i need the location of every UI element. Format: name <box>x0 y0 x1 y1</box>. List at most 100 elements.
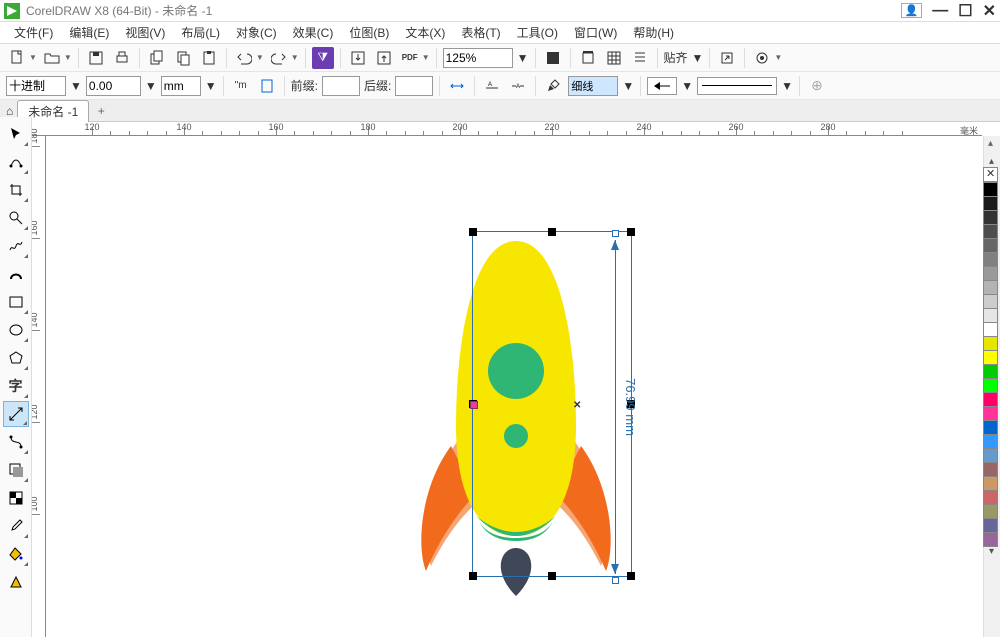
canvas[interactable]: ✕ 76.99 mm <box>46 136 982 637</box>
handle-top-right[interactable] <box>627 228 635 236</box>
handle-bot-left[interactable] <box>469 572 477 580</box>
pdf-button[interactable]: PDF <box>399 47 421 69</box>
color-swatch[interactable] <box>983 182 998 197</box>
crop-tool[interactable] <box>3 177 29 203</box>
color-swatch[interactable] <box>983 210 998 225</box>
color-swatch[interactable] <box>983 336 998 351</box>
zoom-tool[interactable] <box>3 205 29 231</box>
menu-table[interactable]: 表格(T) <box>453 22 508 43</box>
add-tab-button[interactable]: + <box>93 103 109 119</box>
color-swatch[interactable] <box>983 392 998 407</box>
color-swatch[interactable] <box>983 504 998 519</box>
copy-button[interactable] <box>146 47 168 69</box>
artistic-media-tool[interactable] <box>3 261 29 287</box>
menu-help[interactable]: 帮助(H) <box>625 22 682 43</box>
smart-fill-tool[interactable] <box>3 569 29 595</box>
color-swatch[interactable] <box>983 476 998 491</box>
dim-center-icon[interactable]: A <box>507 75 529 97</box>
arrow-start-select[interactable] <box>647 77 677 95</box>
units-mode-select[interactable] <box>6 76 66 96</box>
guides-button[interactable] <box>603 47 625 69</box>
save-button[interactable] <box>85 47 107 69</box>
freehand-tool[interactable] <box>3 233 29 259</box>
dim-quote-icon[interactable]: "m <box>230 75 252 97</box>
dim-endpoint-bot[interactable] <box>612 577 619 584</box>
color-swatch[interactable] <box>983 462 998 477</box>
eyedropper-tool[interactable] <box>3 513 29 539</box>
color-swatch[interactable] <box>983 350 998 365</box>
menu-effects[interactable]: 效果(C) <box>285 22 342 43</box>
line-style-select[interactable] <box>697 77 777 95</box>
paste-button[interactable] <box>198 47 220 69</box>
text-tool[interactable]: 字 <box>3 373 29 399</box>
undo-button[interactable] <box>233 47 255 69</box>
color-swatch[interactable] <box>983 378 998 393</box>
color-swatch[interactable] <box>983 308 998 323</box>
menu-file[interactable]: 文件(F) <box>6 22 61 43</box>
search-button[interactable]: ⧩ <box>312 47 334 69</box>
handle-top-mid[interactable] <box>548 228 556 236</box>
menu-object[interactable]: 对象(C) <box>228 22 285 43</box>
node-marker[interactable] <box>470 401 478 409</box>
export-button[interactable] <box>373 47 395 69</box>
user-icon[interactable]: 👤 <box>901 3 923 18</box>
menu-bitmap[interactable]: 位图(B) <box>341 22 397 43</box>
dim-endpoint-top[interactable] <box>612 230 619 237</box>
prefix-input[interactable] <box>322 76 360 96</box>
selection-box[interactable]: ✕ <box>472 231 632 577</box>
polygon-tool[interactable] <box>3 345 29 371</box>
open-button[interactable] <box>41 47 63 69</box>
redo-button[interactable] <box>268 47 290 69</box>
no-fill-swatch[interactable] <box>983 167 998 182</box>
color-swatch[interactable] <box>983 224 998 239</box>
color-swatch[interactable] <box>983 420 998 435</box>
menu-view[interactable]: 视图(V) <box>117 22 173 43</box>
menu-window[interactable]: 窗口(W) <box>566 22 625 43</box>
launch-button[interactable] <box>716 47 738 69</box>
color-swatch[interactable] <box>983 434 998 449</box>
dimension-text[interactable]: 76.99 mm <box>623 378 638 436</box>
color-swatch[interactable] <box>983 490 998 505</box>
dim-fraction-icon[interactable] <box>256 75 278 97</box>
color-swatch[interactable] <box>983 364 998 379</box>
snap-button[interactable] <box>629 47 651 69</box>
color-swatch[interactable] <box>983 196 998 211</box>
outline-pen-icon[interactable] <box>542 75 564 97</box>
color-swatch[interactable] <box>983 252 998 267</box>
fill-tool[interactable] <box>3 541 29 567</box>
color-swatch[interactable] <box>983 448 998 463</box>
palette-down-button[interactable]: ▾ <box>983 546 1000 557</box>
rectangle-tool[interactable] <box>3 289 29 315</box>
dim-above-icon[interactable]: A <box>481 75 503 97</box>
handle-bot-mid[interactable] <box>548 572 556 580</box>
handle-top-left[interactable] <box>469 228 477 236</box>
ruler-horizontal[interactable]: 120140160180200220240260280 <box>32 122 982 136</box>
minimize-button[interactable]: — <box>932 2 948 20</box>
zoom-select[interactable] <box>443 48 513 68</box>
fullscreen-button[interactable] <box>542 47 564 69</box>
dimension-line[interactable]: 76.99 mm <box>609 240 649 574</box>
maximize-button[interactable]: ☐ <box>958 1 972 21</box>
close-button[interactable]: ✕ <box>983 1 996 21</box>
menu-text[interactable]: 文本(X) <box>397 22 453 43</box>
connector-tool[interactable] <box>3 429 29 455</box>
grid-button[interactable] <box>577 47 599 69</box>
new-button[interactable] <box>6 47 28 69</box>
color-swatch[interactable] <box>983 518 998 533</box>
palette-up-button[interactable]: ▴ <box>983 156 1000 167</box>
cut-button[interactable] <box>172 47 194 69</box>
pick-tool[interactable] <box>3 121 29 147</box>
color-swatch[interactable] <box>983 238 998 253</box>
dimension-tool[interactable] <box>3 401 29 427</box>
drop-shadow-tool[interactable] <box>3 457 29 483</box>
ruler-vertical[interactable]: 180160140120100 <box>32 136 46 637</box>
print-button[interactable] <box>111 47 133 69</box>
units-select[interactable] <box>161 76 201 96</box>
color-swatch[interactable] <box>983 280 998 295</box>
options-button[interactable] <box>751 47 773 69</box>
import-button[interactable] <box>347 47 369 69</box>
lineweight-select[interactable] <box>568 76 618 96</box>
color-swatch[interactable] <box>983 294 998 309</box>
transparency-tool[interactable] <box>3 485 29 511</box>
menu-layout[interactable]: 布局(L) <box>173 22 228 43</box>
